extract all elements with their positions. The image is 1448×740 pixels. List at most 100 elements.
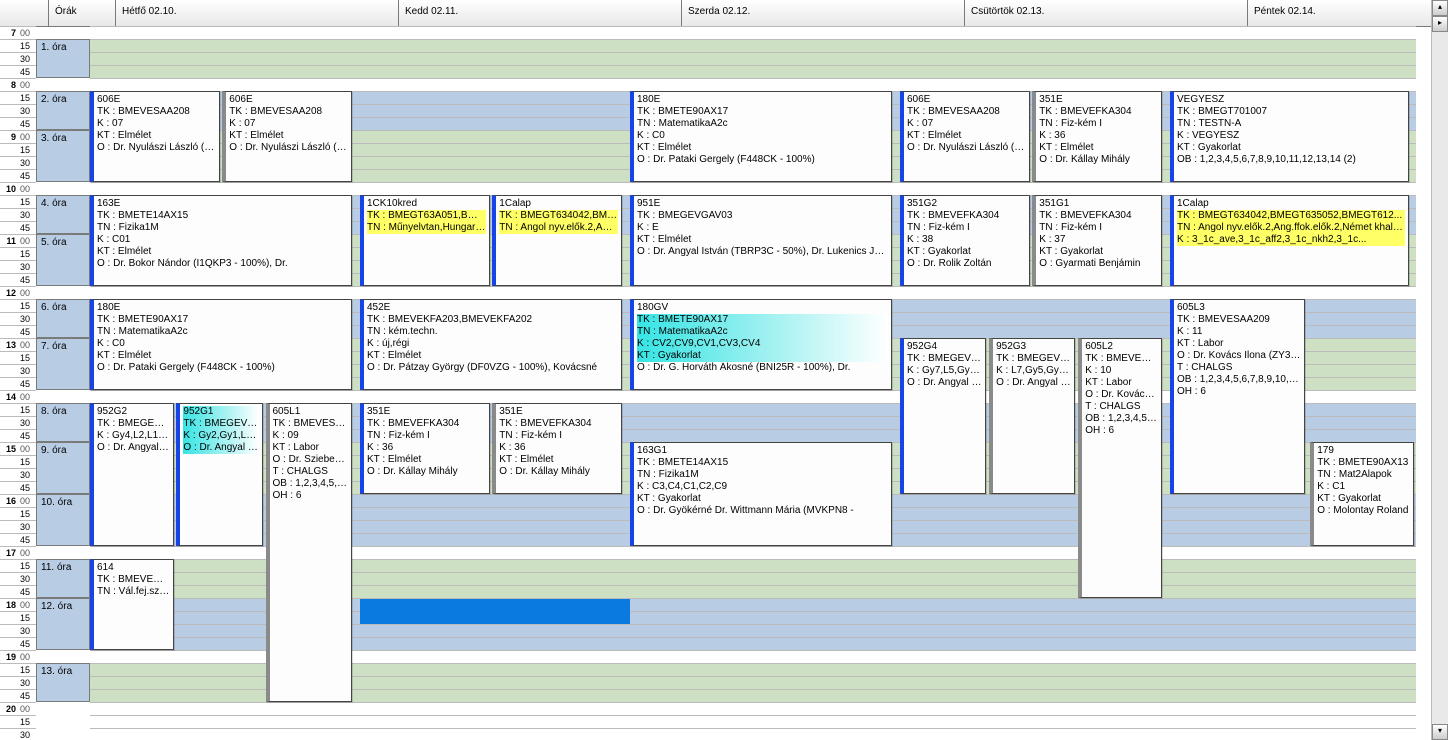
- event-163E[interactable]: 163ETK : BMETE14AX15TN : Fizika1MK : C01…: [90, 195, 352, 286]
- time-row: 1700: [0, 546, 36, 559]
- scroll-down-button[interactable]: ▾: [1432, 724, 1448, 740]
- event-line: TK : BMETE90AX17: [637, 106, 888, 118]
- header-day-3[interactable]: Csütörtök 02.13.: [965, 0, 1248, 26]
- event-line: TK : BMEVESAA208: [907, 106, 1026, 118]
- event-line: OH : 6: [273, 490, 348, 502]
- time-row: 45: [0, 689, 36, 702]
- event-line: TK : BMEGEVGAV03: [637, 210, 888, 222]
- event-line: 1Calap: [1177, 198, 1405, 210]
- event-line: 614: [97, 562, 170, 574]
- event-line: TK : BMEVESAA208: [229, 106, 348, 118]
- event-179[interactable]: 179TK : BMETE90AX13TN : Mat2AlapokK : C1…: [1310, 442, 1413, 546]
- event-line: KT : Elmélet: [229, 130, 348, 142]
- event-line: O : Dr. Pataki Gergely (F448CK - 100%): [97, 362, 348, 374]
- event-line: K : Gy2,Gy1,L4,L3: [183, 430, 258, 442]
- event-1CK10kred[interactable]: 1CK10kredTK : BMEGT63A051,BMEGT658361,BM…: [360, 195, 490, 286]
- event-614[interactable]: 614TK : BMEVESEA003TN : Vál.fej.szerv.k: [90, 559, 174, 650]
- time-row: 30: [0, 156, 36, 169]
- header-day-1[interactable]: Kedd 02.11.: [399, 0, 682, 26]
- scroll-right-button[interactable]: ▸: [1432, 16, 1448, 32]
- day-column-0: 606ETK : BMEVESAA208K : 07KT : ElméletO …: [90, 26, 360, 740]
- event-605L3[interactable]: 605L3TK : BMEVESAA209K : 11KT : LaborO :…: [1170, 299, 1305, 494]
- event-line: OB : 1,2,3,4,5,6,7,8,9,10,11,12,13,14 (6…: [273, 478, 348, 490]
- event-line: TK : BMEGEVGAV04: [907, 353, 982, 365]
- event-line: TK : BMEGEVGAV04: [97, 418, 170, 430]
- event-606E-cs[interactable]: 606ETK : BMEVESAA208K : 07KT : ElméletO …: [900, 91, 1030, 182]
- event-line: TN : MatematikaA2c: [637, 118, 888, 130]
- time-row: 15: [0, 507, 36, 520]
- time-row: 30: [0, 468, 36, 481]
- time-row: 15: [0, 611, 36, 624]
- event-606E-b[interactable]: 606ETK : BMEVESAA208K : 07KT : ElméletO …: [222, 91, 352, 182]
- event-line: K : 3_1c_ave,3_1c_aff2,3_1c_nkh2,3_1c...: [1177, 234, 1405, 246]
- event-351E-a[interactable]: 351ETK : BMEVEFKA304TN : Fiz-kém IK : 36…: [360, 403, 490, 494]
- event-1Calap-p[interactable]: 1CalapTK : BMEGT634042,BMEGT635052,BMEGT…: [1170, 195, 1409, 286]
- event-line: K : 38: [907, 234, 1026, 246]
- event-952G2[interactable]: 952G2TK : BMEGEVGAV04K : Gy4,L2,L1,Gy3O …: [90, 403, 174, 546]
- time-row: 1200: [0, 286, 36, 299]
- event-line: O : Dr. Nyulászi László (CD8H1T - 100%): [229, 142, 348, 154]
- time-row: 1300: [0, 338, 36, 351]
- header-day-2[interactable]: Szerda 02.12.: [682, 0, 965, 26]
- event-line: KT : Labor: [273, 442, 348, 454]
- event-1Calap-kedd[interactable]: 1CalapTK : BMEGT634042,BMEGT635052,BMEGT…: [492, 195, 622, 286]
- event-line: 605L3: [1177, 302, 1301, 314]
- event-VEGYESZ[interactable]: VEGYESZTK : BMEGT701007TN : TESTN-AK : V…: [1170, 91, 1409, 182]
- time-row: 15: [0, 143, 36, 156]
- event-line: KT : Elmélet: [97, 246, 348, 258]
- event-line: T : CHALGS: [1085, 401, 1158, 413]
- event-351G1[interactable]: 351G1TK : BMEVEFKA304TN : Fiz-kém IK : 3…: [1032, 195, 1162, 286]
- event-line: TN : Műnyelvtan,Hungarológi: [367, 222, 486, 234]
- header-day-4[interactable]: Péntek 02.14.: [1248, 0, 1448, 26]
- event-line: 605L1: [273, 406, 348, 418]
- event-line: TN : MatematikaA2c: [97, 326, 348, 338]
- time-row: 1900: [0, 650, 36, 663]
- event-line: O : Dr. Kállay Mihály: [499, 466, 618, 478]
- vertical-scrollbar[interactable]: ▴ ▸ ▾: [1431, 0, 1448, 740]
- event-605L2[interactable]: 605L2TK : BMEVESAA209K : 10KT : LaborO :…: [1078, 338, 1162, 598]
- event-line: OH : 6: [1085, 425, 1158, 437]
- event-line: KT : Labor: [1177, 338, 1301, 350]
- header-corner: [0, 0, 49, 26]
- time-row: 45: [0, 429, 36, 442]
- event-605L1[interactable]: 605L1TK : BMEVESAA209K : 09KT : LaborO :…: [266, 403, 352, 702]
- event-606E-a[interactable]: 606ETK : BMEVESAA208K : 07KT : ElméletO …: [90, 91, 220, 182]
- event-line: TN : Fiz-kém I: [1039, 222, 1158, 234]
- event-180E[interactable]: 180ETK : BMETE90AX17TN : MatematikaA2cK …: [90, 299, 352, 390]
- event-line: O : Dr. Angyal István (TBRP3C -: [996, 377, 1071, 389]
- time-row: 45: [0, 377, 36, 390]
- period-label-1: 1. óra: [36, 39, 90, 78]
- scroll-up-button[interactable]: ▴: [1432, 0, 1448, 16]
- event-952G3[interactable]: 952G3TK : BMEGEVGAV04K : L7,Gy5,Gy6,L8O …: [989, 338, 1075, 494]
- event-line: 952G1: [183, 406, 258, 418]
- event-line: O : Dr. Kállay Mihály: [367, 466, 486, 478]
- event-951E[interactable]: 951ETK : BMEGEVGAV03K : EKT : ElméletO :…: [630, 195, 892, 286]
- event-163G1[interactable]: 163G1TK : BMETE14AX15TN : Fizika1MK : C3…: [630, 442, 892, 546]
- time-row: 30: [0, 676, 36, 689]
- event-351G2[interactable]: 351G2TK : BMEVEFKA304TN : Fiz-kém IK : 3…: [900, 195, 1030, 286]
- event-351E-b[interactable]: 351ETK : BMEVEFKA304TN : Fiz-kém IK : 36…: [492, 403, 622, 494]
- time-row: 30: [0, 312, 36, 325]
- time-row: 1000: [0, 182, 36, 195]
- event-952G4[interactable]: 952G4TK : BMEGEVGAV04K : Gy7,L5,Gy8,L6O …: [900, 338, 986, 494]
- event-line: K : 36: [367, 442, 486, 454]
- time-row: 45: [0, 481, 36, 494]
- period-label-7: 7. óra: [36, 338, 90, 390]
- day-column-2: 180ETK : BMETE90AX17TN : MatematikaA2cK …: [630, 26, 900, 740]
- event-452E[interactable]: 452ETK : BMEVEKFA203,BMEVEKFA202TN : kém…: [360, 299, 622, 390]
- event-line: TK : BMEVESAA209: [273, 418, 348, 430]
- event-line: O : Dr. Kállay Mihály: [1039, 154, 1158, 166]
- event-line: O : Dr. Angyal István (TBRP3C -: [97, 442, 170, 454]
- event-line: OB : 1,2,3,4,5,6,7,8,9,10,11,12,13,14 (6…: [1085, 413, 1158, 425]
- event-351E-cs[interactable]: 351ETK : BMEVEFKA304TN : Fiz-kém IK : 36…: [1032, 91, 1162, 182]
- event-952G1[interactable]: 952G1TK : BMEGEVGAV04K : Gy2,Gy1,L4,L3O …: [176, 403, 262, 546]
- event-line: 180E: [637, 94, 888, 106]
- event-line: K : 07: [229, 118, 348, 130]
- event-line: K : C1: [1317, 481, 1409, 493]
- time-row: 45: [0, 221, 36, 234]
- event-180E-sze[interactable]: 180ETK : BMETE90AX17TN : MatematikaA2cK …: [630, 91, 892, 182]
- header-day-0[interactable]: Hétfő 02.10.: [116, 0, 399, 26]
- event-line: K : 07: [97, 118, 216, 130]
- event-180GV[interactable]: 180GVTK : BMETE90AX17TN : MatematikaA2cK…: [630, 299, 892, 390]
- time-row: 15: [0, 559, 36, 572]
